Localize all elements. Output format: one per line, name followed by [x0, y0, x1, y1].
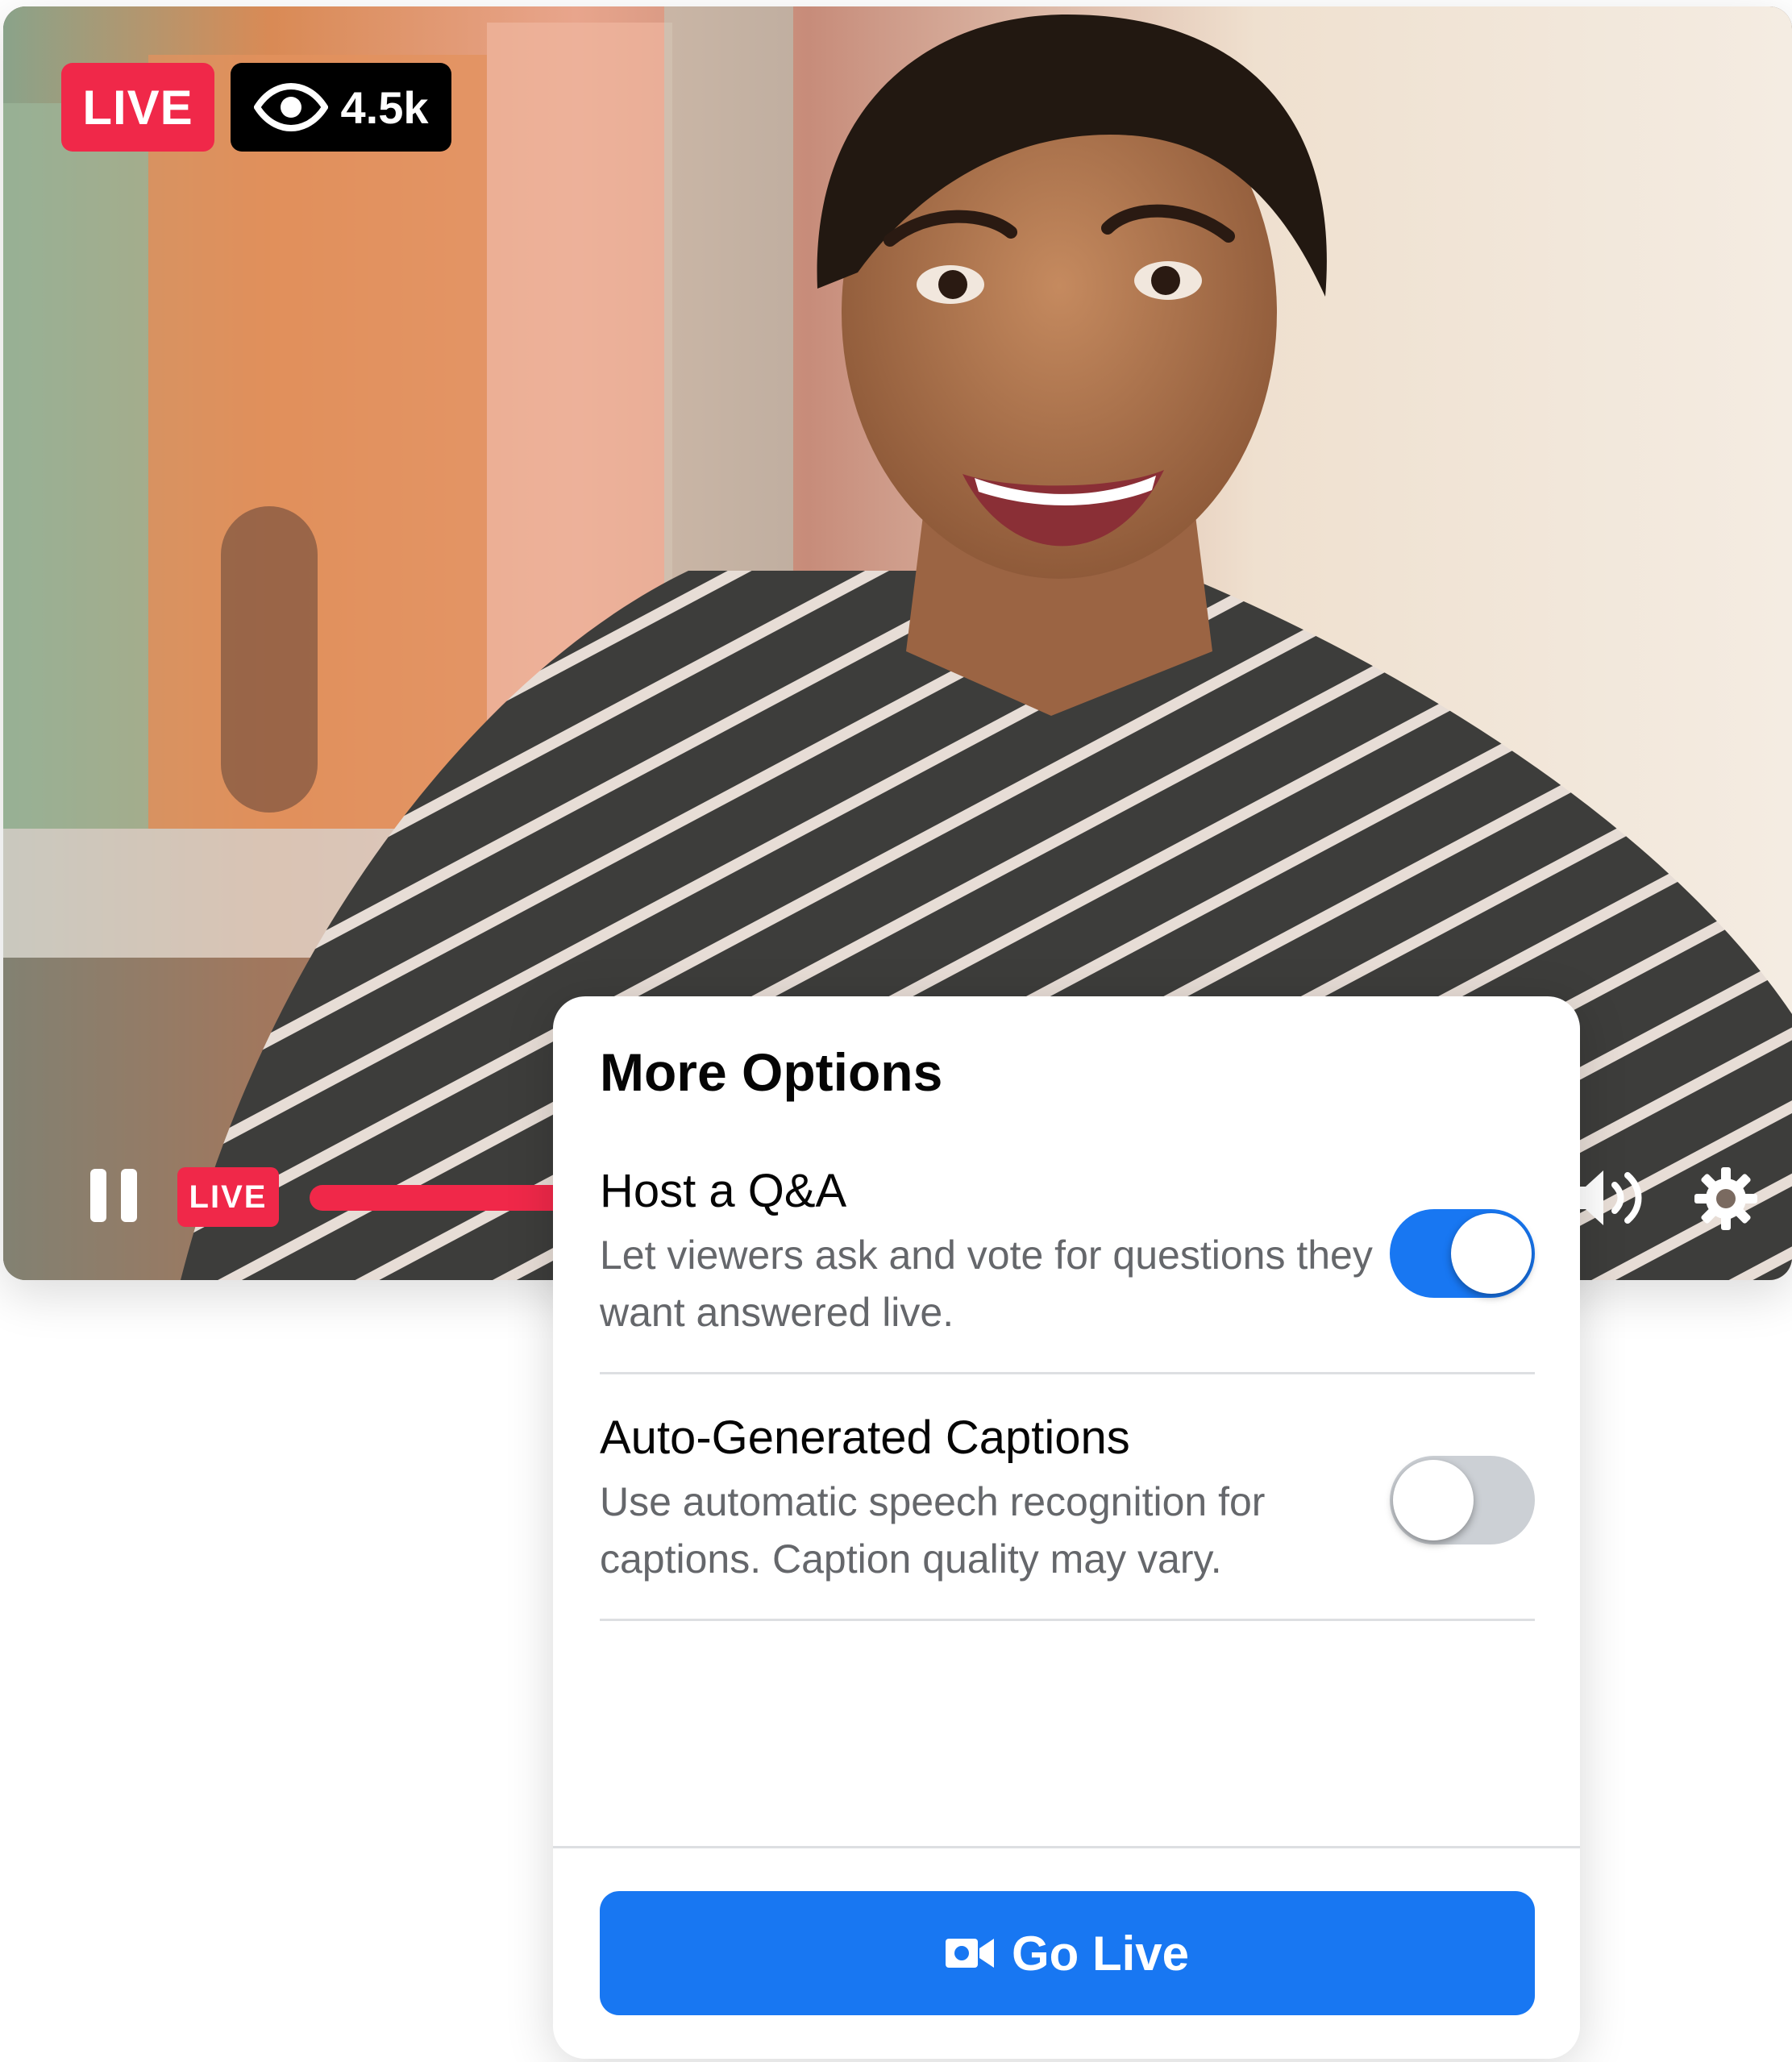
toggle-knob	[1393, 1460, 1474, 1540]
divider	[600, 1619, 1535, 1621]
pause-icon-bar-right	[121, 1169, 137, 1222]
pause-icon-bar-left	[90, 1169, 106, 1222]
live-indicator-label: LIVE	[189, 1179, 268, 1215]
live-badge: LIVE	[61, 63, 214, 152]
go-live-button[interactable]: Go Live	[600, 1891, 1535, 2015]
auto-captions-toggle[interactable]	[1390, 1456, 1535, 1544]
more-options-panel: More Options Host a Q&A Let viewers ask …	[553, 996, 1580, 2059]
pause-button[interactable]	[90, 1169, 137, 1222]
viewer-count: 4.5k	[340, 81, 429, 133]
video-camera-icon	[945, 1939, 994, 1968]
gear-icon[interactable]	[1694, 1167, 1757, 1230]
go-live-label: Go Live	[1011, 1926, 1190, 1981]
panel-title: More Options	[600, 1042, 943, 1102]
host-qa-toggle[interactable]	[1390, 1209, 1535, 1298]
viewer-count-badge: 4.5k	[231, 63, 451, 152]
progress-bar[interactable]	[310, 1185, 584, 1211]
option-description: Use automatic speech recognition for cap…	[600, 1479, 1266, 1582]
option-title: Auto-Generated Captions	[600, 1411, 1130, 1464]
live-indicator[interactable]: LIVE	[177, 1167, 279, 1227]
live-badge-label: LIVE	[82, 80, 193, 135]
divider	[600, 1372, 1535, 1374]
option-description: Let viewers ask and vote for questions t…	[600, 1233, 1373, 1335]
option-title: Host a Q&A	[600, 1165, 847, 1217]
volume-icon[interactable]	[1571, 1167, 1652, 1228]
toggle-knob	[1451, 1213, 1532, 1294]
footer-divider	[553, 1846, 1580, 1848]
eye-icon	[253, 83, 328, 131]
